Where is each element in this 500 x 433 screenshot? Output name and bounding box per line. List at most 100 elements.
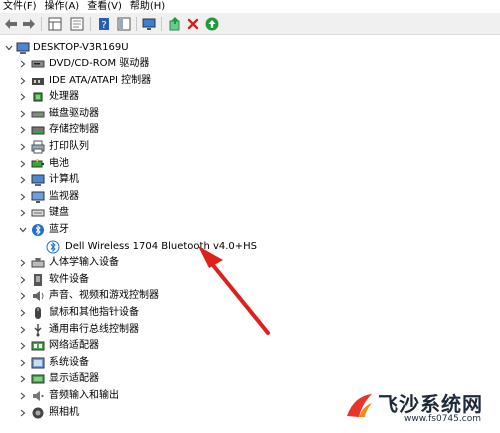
tree-category-row[interactable]: 通用串行总线控制器 [0, 322, 500, 338]
chevron-down-icon[interactable] [5, 40, 13, 56]
tree-category-label: 蓝牙 [49, 224, 69, 235]
hid-icon [31, 256, 45, 270]
bluetooth-icon [31, 223, 45, 237]
tree-category-label: 系统设备 [49, 356, 89, 368]
green-circle-arrow-icon[interactable] [204, 16, 220, 32]
tree-device-row[interactable]: Dell Wireless 1704 Bluetooth v4.0+HS [0, 239, 500, 255]
chevron-right-icon[interactable] [19, 322, 27, 338]
chevron-right-icon[interactable] [19, 405, 27, 421]
menu-bar: 文件(F) 操作(A) 查看(V) 帮助(H) [0, 0, 500, 13]
chevron-right-icon[interactable] [19, 156, 27, 172]
toolbar-separator [41, 17, 42, 31]
tree-category-label: 处理器 [49, 91, 79, 103]
tree-category-row[interactable]: 人体学输入设备 [0, 255, 500, 271]
chevron-right-icon[interactable] [19, 205, 27, 221]
bluetooth-device-label: Dell Wireless 1704 Bluetooth v4.0+HS [65, 240, 258, 252]
menu-view[interactable]: 查看(V) [84, 0, 127, 13]
tree-category-label: 键盘 [49, 207, 69, 219]
forward-arrow-icon[interactable] [21, 16, 37, 32]
watermark-logo-icon [347, 394, 372, 417]
tree-category-row[interactable]: 系统设备 [0, 355, 500, 371]
tree-category-label: 声音、视频和游戏控制器 [49, 290, 159, 302]
toolbar-separator [161, 17, 162, 31]
tree-category-row[interactable]: 网络适配器 [0, 338, 500, 354]
monitor-icon [31, 190, 45, 204]
tree-category-label: 计算机 [49, 174, 79, 186]
tree-category-label: 软件设备 [49, 273, 89, 285]
device-tree[interactable]: DESKTOP-V3R169U DVD/CD-ROM 驱动器 IDE ATA/AT… [0, 36, 500, 433]
toolbar-separator [90, 17, 91, 31]
tree-category-row[interactable]: 电池 [0, 156, 500, 172]
tree-category-label: 音频输入和输出 [49, 390, 119, 401]
tree-category-label: IDE ATA/ATAPI 控制器 [49, 74, 152, 86]
tree-category-row[interactable]: DVD/CD-ROM 驱动器 [0, 56, 500, 72]
tree-category-label: DVD/CD-ROM 驱动器 [49, 58, 150, 69]
keyboard-icon [31, 206, 45, 220]
tree-category-row[interactable]: 键盘 [0, 205, 500, 221]
chevron-right-icon[interactable] [19, 255, 27, 271]
disk-drive-icon [31, 107, 45, 121]
help-book-icon[interactable]: ? [96, 16, 112, 32]
tree-category-row[interactable]: 蓝牙 [0, 222, 500, 238]
toolbar-separator [136, 17, 137, 31]
monitor-icon[interactable] [141, 16, 157, 32]
chevron-right-icon[interactable] [19, 172, 27, 188]
chevron-right-icon[interactable] [19, 305, 27, 321]
properties-grid-icon[interactable] [47, 16, 63, 32]
chevron-right-icon[interactable] [19, 355, 27, 371]
chevron-right-icon[interactable] [19, 288, 27, 304]
tree-category-label: 网络适配器 [49, 340, 99, 352]
storage-controller-icon [31, 123, 45, 137]
tree-category-row[interactable]: 计算机 [0, 172, 500, 188]
menu-help[interactable]: 帮助(H) [127, 0, 170, 13]
chevron-right-icon[interactable] [19, 106, 27, 122]
document-icon[interactable] [69, 16, 85, 32]
chevron-right-icon[interactable] [19, 73, 27, 89]
chevron-right-icon[interactable] [19, 56, 27, 72]
back-arrow-icon[interactable] [3, 16, 19, 32]
menu-file[interactable]: 文件(F) [0, 0, 42, 13]
dvd-drive-icon [31, 57, 45, 71]
battery-icon [31, 157, 45, 171]
tree-category-row[interactable]: 鼠标和其他指针设备 [0, 305, 500, 321]
processor-icon [31, 90, 45, 104]
red-x-icon[interactable] [185, 16, 201, 32]
tree-category-row[interactable]: 声音、视频和游戏控制器 [0, 288, 500, 304]
chevron-right-icon[interactable] [19, 272, 27, 288]
chevron-down-icon[interactable] [19, 222, 27, 238]
computer-root-icon [16, 41, 30, 55]
tree-category-row[interactable]: 磁盘驱动器 [0, 106, 500, 122]
chevron-right-icon[interactable] [19, 371, 27, 387]
software-device-icon [31, 273, 45, 287]
tree-category-label: 存储控制器 [49, 124, 99, 136]
watermark-url: www.fs0745.com [404, 414, 481, 424]
tree-root[interactable]: DESKTOP-V3R169U [0, 40, 500, 56]
tree-category-row[interactable]: 存储控制器 [0, 122, 500, 138]
tree-category-label: 打印队列 [49, 141, 89, 152]
chevron-right-icon[interactable] [19, 189, 27, 205]
chevron-right-icon[interactable] [19, 89, 27, 105]
chevron-right-icon[interactable] [19, 388, 27, 404]
speaker-icon [31, 289, 45, 303]
tree-category-row[interactable]: IDE ATA/ATAPI 控制器 [0, 73, 500, 89]
panel-icon[interactable] [116, 16, 132, 32]
tree-category-label: 照相机 [49, 406, 79, 418]
chevron-right-icon[interactable] [19, 139, 27, 155]
tree-category-label: 显示适配器 [49, 373, 99, 385]
root-label: DESKTOP-V3R169U [33, 42, 129, 53]
tree-category-row[interactable]: 监视器 [0, 189, 500, 205]
chevron-right-icon[interactable] [19, 122, 27, 138]
tree-category-label: 通用串行总线控制器 [49, 323, 139, 335]
tree-category-row[interactable]: 处理器 [0, 89, 500, 105]
svg-text:?: ? [101, 20, 106, 31]
tree-category-row[interactable]: 打印队列 [0, 139, 500, 155]
chevron-right-icon[interactable] [19, 338, 27, 354]
update-driver-icon[interactable] [167, 16, 183, 32]
tree-category-label: 人体学输入设备 [49, 257, 119, 269]
bluetooth-device-icon [46, 240, 60, 254]
network-adapter-icon [31, 339, 45, 353]
tree-category-row[interactable]: 软件设备 [0, 272, 500, 288]
menu-action[interactable]: 操作(A) [42, 0, 85, 13]
tree-category-label: 电池 [49, 157, 69, 169]
ide-controller-icon [31, 74, 45, 88]
